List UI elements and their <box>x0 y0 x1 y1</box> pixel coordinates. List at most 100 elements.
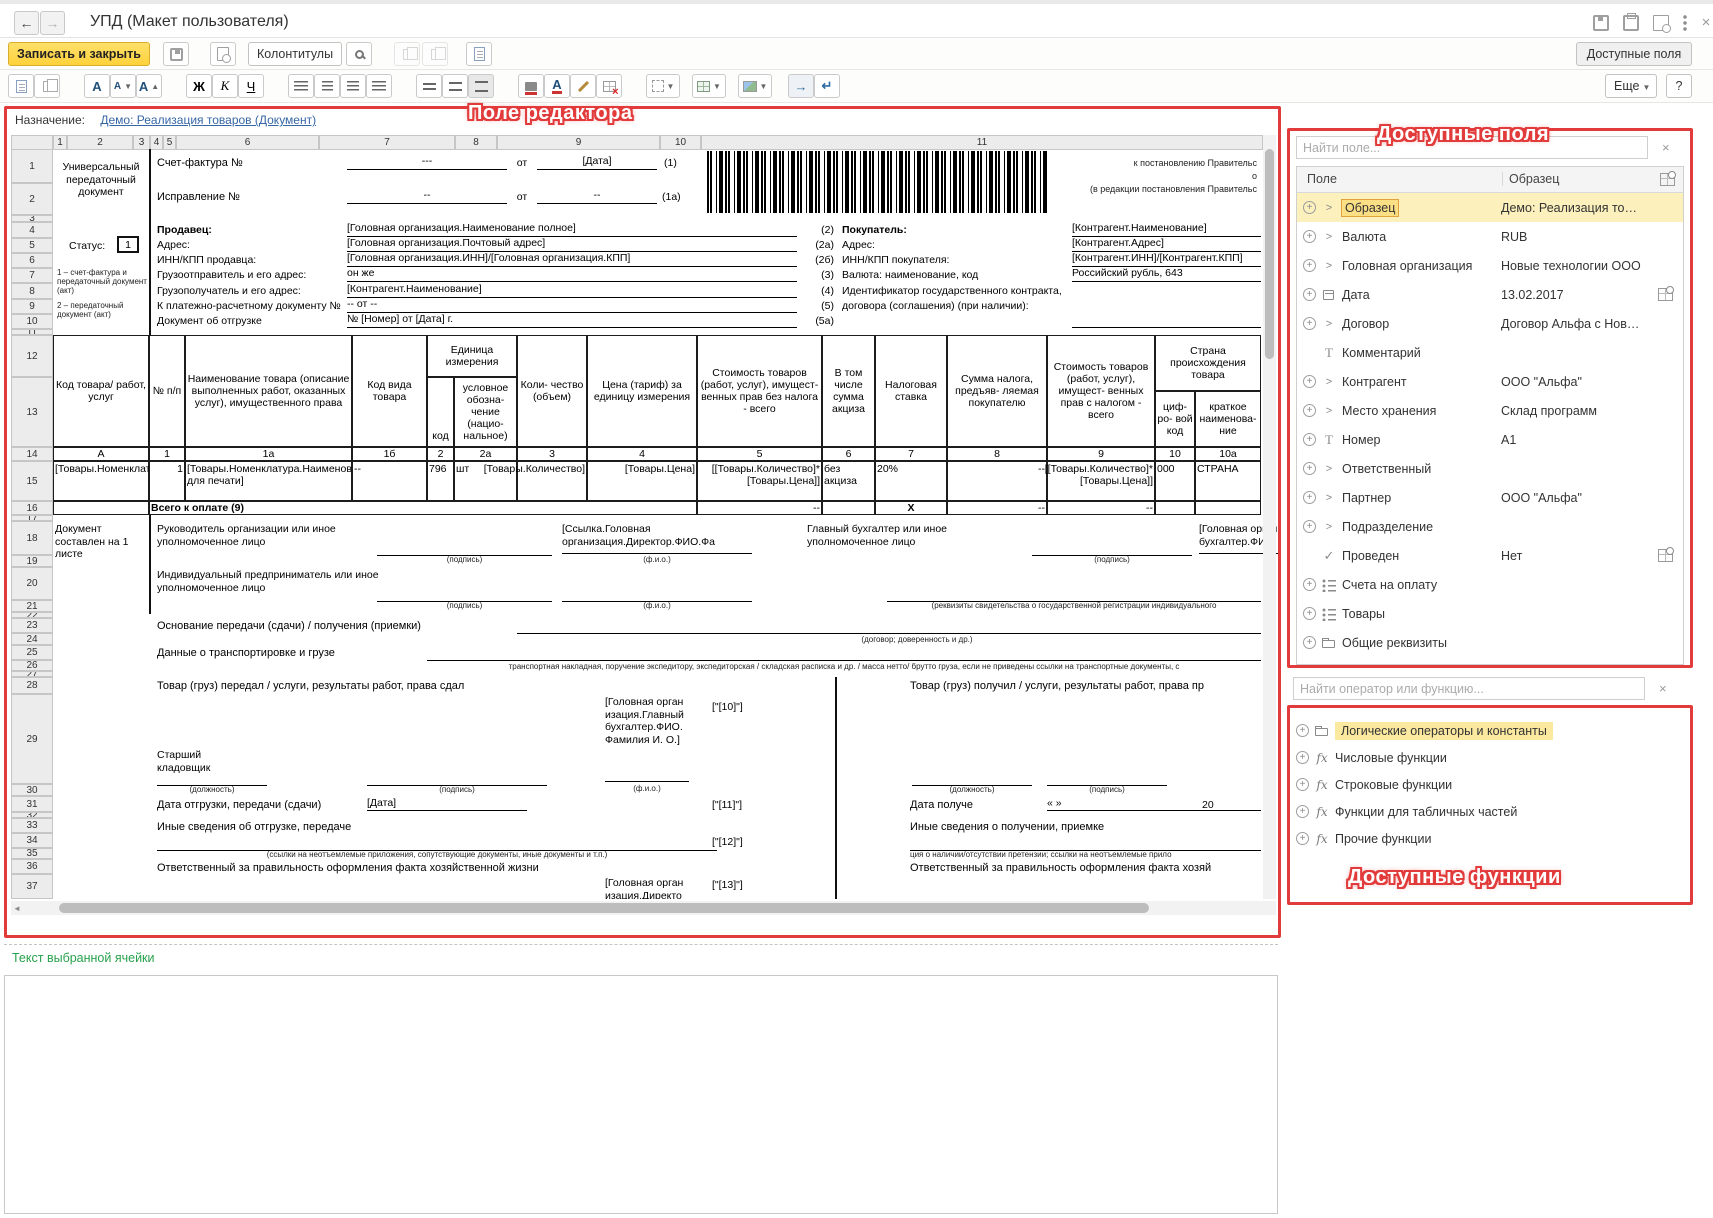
doc-cell[interactable]: (реквизиты свидетельства о государственн… <box>887 601 1261 611</box>
table-header[interactable]: Наименование товара (описание выполненны… <box>185 335 352 447</box>
save-button[interactable] <box>163 42 189 66</box>
field-row-Проведен[interactable]: ✓ПроведенНет <box>1297 541 1683 570</box>
table-index[interactable]: А <box>53 447 149 461</box>
function-search-input[interactable] <box>1293 677 1645 700</box>
table-cell[interactable]: Всего к оплате (9) <box>149 501 697 515</box>
field-row-Общие реквизиты[interactable]: +Общие реквизиты <box>1297 628 1683 657</box>
doc-cell[interactable]: Ответственный за правильность оформления… <box>157 862 697 875</box>
expand-icon[interactable]: + <box>1303 491 1316 504</box>
table-index[interactable]: 1 <box>149 447 185 461</box>
column-header[interactable]: 7 <box>319 135 455 150</box>
table-header[interactable]: циф- ро- вой код <box>1155 391 1195 447</box>
cell-text-input[interactable] <box>4 975 1278 1214</box>
copy-style-button[interactable] <box>394 42 420 66</box>
doc-cell[interactable]: Грузополучатель и его адрес: <box>157 285 301 298</box>
doc-cell[interactable]: Главный бухгалтер или иное уполномоченно… <box>807 523 1027 548</box>
field-row-Комментарий[interactable]: TКомментарий <box>1297 338 1683 367</box>
row-header[interactable]: 6 <box>11 253 53 268</box>
function-search-clear-icon[interactable]: × <box>1659 681 1667 696</box>
align-left-icon[interactable] <box>288 74 314 98</box>
table-index[interactable]: 7 <box>875 447 947 461</box>
table-cell[interactable]: 1 <box>149 461 185 501</box>
doc-cell[interactable]: [Контрагент.Адрес] <box>1072 237 1261 252</box>
field-row-Подразделение[interactable]: +>Подразделение <box>1297 512 1683 541</box>
doc-cell[interactable]: Дата отгрузки, передачи (сдачи) <box>157 799 367 812</box>
table-dropdown[interactable]: ▼ <box>692 74 726 98</box>
doc-cell[interactable]: [Контрагент.Наименование] <box>347 283 797 298</box>
doc-cell[interactable]: Индивидуальный предприниматель или иное … <box>157 569 407 594</box>
doc-cell[interactable]: (подпись) <box>377 555 552 565</box>
row-header[interactable]: 29 <box>11 694 53 784</box>
table-cell[interactable]: 796 <box>427 461 454 501</box>
table-cell[interactable]: -- <box>697 501 822 515</box>
row-header[interactable]: 35 <box>11 848 53 859</box>
table-index[interactable]: 8 <box>947 447 1047 461</box>
font-smaller-icon[interactable]: А▼ <box>110 74 136 98</box>
field-search-clear-icon[interactable]: × <box>1662 140 1670 155</box>
doc-cell[interactable]: Грузоотправитель и его адрес: <box>157 269 306 282</box>
table-header[interactable]: код <box>427 377 454 447</box>
text-direction-icon[interactable]: → <box>788 74 814 98</box>
doc-cell[interactable] <box>1072 313 1261 328</box>
row-header[interactable]: 14 <box>11 447 53 461</box>
splitter[interactable] <box>4 944 1278 945</box>
doc-cell[interactable]: -- <box>347 189 507 204</box>
table-cell[interactable]: -- <box>947 461 1047 501</box>
borders-dropdown[interactable]: ▼ <box>646 74 680 98</box>
horizontal-scrollbar[interactable]: ◄ <box>11 901 1276 915</box>
doc-cell[interactable]: [Дата] <box>367 797 527 811</box>
column-header[interactable]: 11 <box>701 135 1263 150</box>
forward-button[interactable]: → <box>40 11 65 35</box>
function-row-Логические операторы и константы[interactable]: +Логические операторы и константы <box>1290 716 1690 745</box>
clear-format-icon[interactable] <box>596 74 622 98</box>
kebab-menu-icon[interactable] <box>1683 15 1688 31</box>
print-preview-button[interactable] <box>210 42 236 66</box>
table-cell[interactable]: -- <box>352 461 427 501</box>
function-row-Прочие функции[interactable]: +fxПрочие функции <box>1290 824 1690 853</box>
font-larger-icon[interactable]: А▲ <box>136 74 162 98</box>
doc-cell[interactable]: (ссылки на неотъемлемые приложения, сопу… <box>157 850 717 860</box>
doc-cell[interactable]: Российский рубль, 643 <box>1072 267 1261 282</box>
horizontal-scrollbar-thumb[interactable] <box>59 903 1149 913</box>
doc-cell[interactable]: [Головная организация.Директор.ФИО.Фами <box>605 877 689 899</box>
doc-cell[interactable]: Покупатель: <box>842 224 907 237</box>
table-header[interactable]: Налоговая ставка <box>875 335 947 447</box>
font-color-icon[interactable]: А <box>544 74 570 98</box>
back-button[interactable]: ← <box>14 11 39 35</box>
row-header[interactable]: 10 <box>11 314 53 329</box>
doc-cell[interactable]: 2 – передаточный документ (акт) <box>57 302 149 320</box>
row-header[interactable]: 21 <box>11 600 53 612</box>
expand-icon[interactable]: + <box>1303 317 1316 330</box>
choose-icon[interactable] <box>1658 549 1673 562</box>
page-setup-button[interactable] <box>466 42 492 66</box>
table-index[interactable]: 4 <box>587 447 697 461</box>
doc-cell[interactable]: Универсальный передаточный документ <box>55 161 147 199</box>
doc-cell[interactable]: от <box>507 191 537 204</box>
valign-top-icon[interactable] <box>416 74 442 98</box>
doc-cell[interactable]: (2) <box>802 224 834 237</box>
table-header[interactable]: Единица измерения <box>427 335 517 377</box>
valign-middle-icon[interactable] <box>442 74 468 98</box>
doc-cell[interactable]: [Головная организация.Наименование полно… <box>347 222 797 237</box>
table-header[interactable]: Код товара/ работ, услуг <box>53 335 149 447</box>
row-header[interactable]: 18 <box>11 521 53 555</box>
doc-cell[interactable]: Документ об отгрузке <box>157 315 262 328</box>
doc-cell[interactable]: Валюта: наименование, код <box>842 269 978 282</box>
doc-cell[interactable]: Статус: <box>69 240 105 253</box>
doc-cell[interactable]: Старший кладовщик <box>157 749 249 774</box>
table-index[interactable]: 1б <box>352 447 427 461</box>
doc-cell[interactable]: ["[11]"] <box>712 799 772 812</box>
expand-icon[interactable]: + <box>1296 751 1309 764</box>
expand-icon[interactable]: + <box>1303 259 1316 272</box>
purpose-link[interactable]: Демо: Реализация товаров (Документ) <box>100 113 316 127</box>
doc-cell[interactable]: (подпись) <box>367 785 547 795</box>
table-header[interactable]: Код вида товара <box>352 335 427 447</box>
row-header[interactable]: 2 <box>11 183 53 215</box>
field-row-Образец[interactable]: +>ОбразецДемо: Реализация то… <box>1297 193 1683 222</box>
expand-icon[interactable]: + <box>1296 778 1309 791</box>
expand-icon[interactable]: + <box>1303 462 1316 475</box>
doc-cell[interactable]: [Контрагент.Наименование] <box>1072 222 1261 237</box>
doc-cell[interactable]: (2а) <box>802 239 834 252</box>
table-cell[interactable]: -- <box>947 501 1047 515</box>
doc-cell[interactable]: ИНН/КПП покупателя: <box>842 254 949 267</box>
